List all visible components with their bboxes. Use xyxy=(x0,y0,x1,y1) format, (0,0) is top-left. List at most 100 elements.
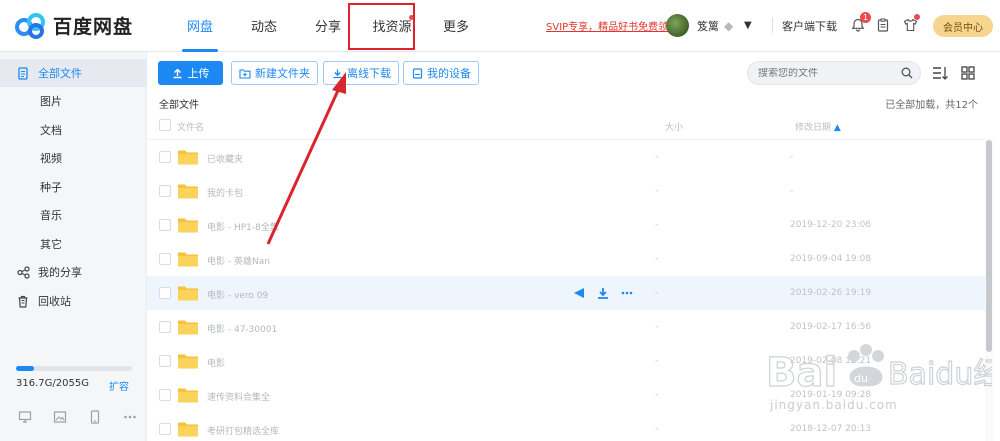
search-input[interactable] xyxy=(758,67,898,79)
sidebar-item-my-shares[interactable]: 我的分享 xyxy=(0,258,147,286)
table-row[interactable]: 电影 - HP1-8全集 - 2019-12-20 23:06 xyxy=(147,208,985,242)
sidebar-item-images[interactable]: 图片 xyxy=(0,87,147,115)
folder-icon xyxy=(177,148,199,166)
new-folder-button[interactable]: 新建文件夹 xyxy=(231,61,318,85)
nav-tab-activity[interactable]: 动态 xyxy=(232,0,296,52)
folder-icon xyxy=(177,352,199,370)
folder-icon xyxy=(177,250,199,268)
file-size: - xyxy=(655,186,659,196)
clipboard-button[interactable] xyxy=(873,15,893,35)
sidebar-item-music[interactable]: 音乐 xyxy=(0,201,147,229)
scrollbar-thumb[interactable] xyxy=(986,140,992,352)
file-name[interactable]: 我的卡包 xyxy=(207,186,243,199)
table-row[interactable]: 已收藏夹 - - xyxy=(147,140,985,174)
phone-icon[interactable] xyxy=(88,410,102,424)
row-checkbox[interactable] xyxy=(159,389,171,401)
nav-tab-label: 找资源 xyxy=(372,20,412,35)
sidebar-item-all-files[interactable]: 全部文件 xyxy=(0,59,147,87)
folder-icon xyxy=(177,216,199,234)
sidebar-item-documents[interactable]: 文档 xyxy=(0,116,147,144)
expand-storage-link[interactable]: 扩容 xyxy=(109,378,129,393)
file-name[interactable]: 速传资料合集全 xyxy=(207,390,270,403)
sidebar-item-videos[interactable]: 视频 xyxy=(0,144,147,172)
vip-center-button[interactable]: 会员中心 xyxy=(933,15,993,37)
column-header-size[interactable]: 大小 xyxy=(665,120,683,133)
sidebar-item-label: 种子 xyxy=(40,181,62,194)
more-icon[interactable] xyxy=(123,410,137,424)
search-box[interactable] xyxy=(747,61,921,85)
my-devices-button[interactable]: 我的设备 xyxy=(403,61,479,85)
file-name[interactable]: 电影 xyxy=(207,356,225,369)
nav-tab-label: 网盘 xyxy=(186,20,213,35)
nav-tab-netdisk[interactable]: 网盘 xyxy=(168,0,232,52)
client-download-link[interactable]: 客户端下载 xyxy=(782,18,837,34)
file-table-header: 文件名 大小 修改日期 ▲ xyxy=(147,110,985,140)
sidebar-bottom-icons xyxy=(18,410,137,424)
vip-center-label: 会员中心 xyxy=(943,22,983,34)
sort-icon[interactable] xyxy=(931,64,949,82)
table-row[interactable]: 考研打包精选全库 - 2018-12-07 20:13 xyxy=(147,412,985,441)
file-name[interactable]: 电影 - 47-30001 xyxy=(207,322,277,335)
sidebar-item-label: 全部文件 xyxy=(38,67,82,80)
file-name[interactable]: 电影 - HP1-8全集 xyxy=(207,220,279,233)
sidebar-item-torrents[interactable]: 种子 xyxy=(0,173,147,201)
sidebar-item-others[interactable]: 其它 xyxy=(0,230,147,258)
nav-tab-find-resources[interactable]: 找资源 xyxy=(360,0,424,52)
skin-button[interactable] xyxy=(900,14,920,35)
sidebar-item-label: 回收站 xyxy=(38,295,71,308)
select-all-checkbox[interactable] xyxy=(159,119,171,131)
breadcrumb[interactable]: 全部文件 xyxy=(159,96,199,111)
storage-quota-fill xyxy=(16,366,34,371)
file-size: - xyxy=(655,152,659,162)
row-checkbox[interactable] xyxy=(159,219,171,231)
table-row[interactable]: 我的卡包 - - xyxy=(147,174,985,208)
table-row[interactable]: 电影 - 2019-02-08 12:21 xyxy=(147,344,985,378)
notification-button[interactable]: 1 xyxy=(848,12,871,35)
search-icon[interactable] xyxy=(901,67,913,79)
nav-tab-share[interactable]: 分享 xyxy=(296,0,360,52)
notification-count-badge: 1 xyxy=(860,12,871,23)
row-checkbox[interactable] xyxy=(159,355,171,367)
file-size: - xyxy=(655,220,659,230)
share-icon[interactable] xyxy=(572,286,586,300)
file-size: - xyxy=(655,356,659,366)
file-name[interactable]: 电影 - 英雄Nan xyxy=(207,254,270,267)
logo[interactable]: 百度网盘 xyxy=(14,12,154,40)
download-icon[interactable] xyxy=(596,286,610,300)
divider xyxy=(772,18,773,33)
avatar[interactable] xyxy=(666,14,689,37)
sidebar-item-label: 视频 xyxy=(40,152,62,165)
column-header-name[interactable]: 文件名 xyxy=(177,120,204,133)
user-menu[interactable]: 笈篱 ◆ ▼ xyxy=(666,14,752,37)
sidebar-item-recycle-bin[interactable]: 回收站 xyxy=(0,287,147,315)
more-icon[interactable] xyxy=(620,286,634,300)
sidebar: 全部文件 图片 文档 视频 种子 音乐 其它 我的分享 回收站 316.7G/2… xyxy=(0,52,147,441)
nav-tab-more[interactable]: 更多 xyxy=(424,0,488,52)
table-row[interactable]: 电影 - vero 09 - 2019-02-26 19:19 xyxy=(147,276,985,310)
file-size: - xyxy=(655,254,659,264)
table-row[interactable]: 电影 - 英雄Nan - 2019-09-04 19:08 xyxy=(147,242,985,276)
column-header-date[interactable]: 修改日期 ▲ xyxy=(795,120,841,133)
table-row[interactable]: 电影 - 47-30001 - 2019-02-17 16:56 xyxy=(147,310,985,344)
row-checkbox[interactable] xyxy=(159,287,171,299)
file-date: 2019-09-04 19:08 xyxy=(790,254,872,264)
file-name[interactable]: 已收藏夹 xyxy=(207,152,243,165)
svip-promo-link[interactable]: SVIP专享，精品好书免费领 xyxy=(546,18,668,33)
row-checkbox[interactable] xyxy=(159,321,171,333)
image-icon[interactable] xyxy=(53,410,67,424)
row-checkbox[interactable] xyxy=(159,151,171,163)
upload-button[interactable]: 上传 xyxy=(158,61,223,85)
grid-view-icon[interactable] xyxy=(959,64,977,82)
row-checkbox[interactable] xyxy=(159,423,171,435)
chevron-down-icon[interactable]: ▼ xyxy=(744,20,752,31)
row-checkbox[interactable] xyxy=(159,185,171,197)
offline-download-button[interactable]: 离线下载 xyxy=(323,61,399,85)
upload-icon xyxy=(172,67,184,79)
file-name[interactable]: 电影 - vero 09 xyxy=(207,288,268,301)
new-dot-badge xyxy=(409,14,414,20)
loaded-status: 已全部加载，共12个 xyxy=(885,100,978,111)
row-checkbox[interactable] xyxy=(159,253,171,265)
monitor-icon[interactable] xyxy=(18,410,32,424)
file-date: 2019-02-26 19:19 xyxy=(790,288,872,298)
file-name[interactable]: 考研打包精选全库 xyxy=(207,424,279,437)
